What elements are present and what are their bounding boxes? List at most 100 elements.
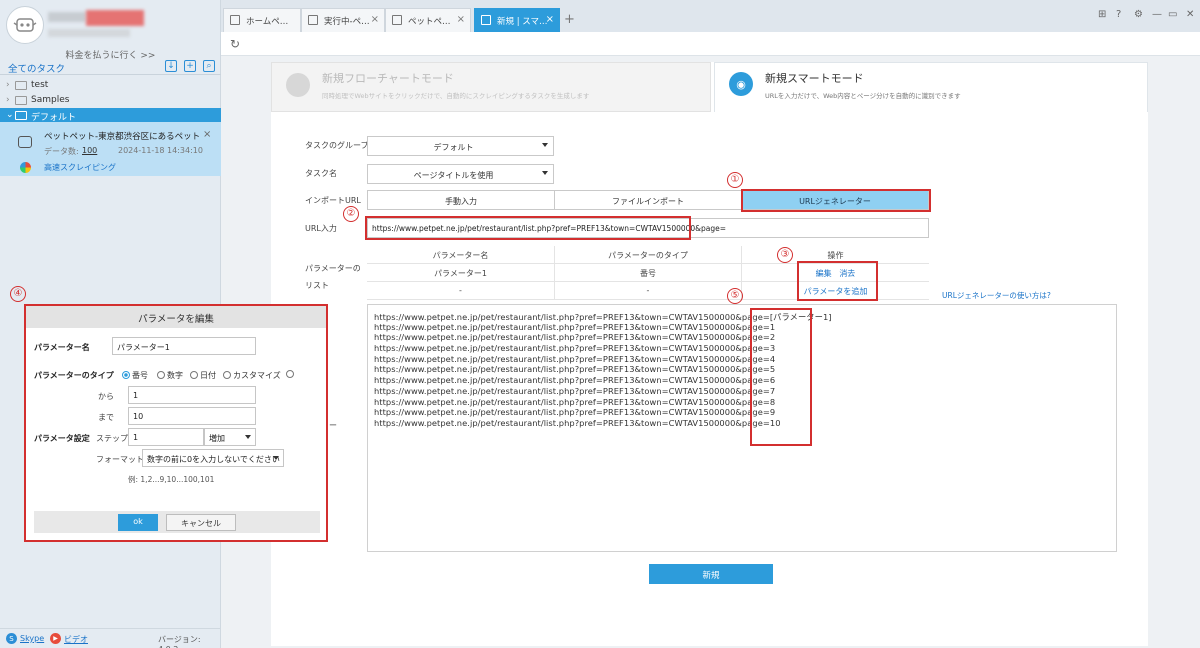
task-group-label: タスクのグループ bbox=[305, 141, 369, 150]
preview-line: https://www.petpet.ne.jp/pet/restaurant/… bbox=[374, 343, 776, 354]
radio-date[interactable]: 日付 bbox=[190, 370, 216, 381]
to-input[interactable]: 10 bbox=[128, 407, 256, 425]
video-icon: ▶ bbox=[50, 633, 61, 644]
minimize-icon[interactable]: — bbox=[1152, 9, 1162, 20]
dialog-footer: ok キャンセル bbox=[34, 511, 320, 533]
param-name-input[interactable]: パラメーター1 bbox=[112, 337, 256, 355]
task-name-select[interactable]: ページタイトルを使用 bbox=[367, 164, 554, 184]
url-generator-help-link[interactable]: URLジェネレーターの使い方は? bbox=[942, 290, 1051, 301]
radio-digit[interactable]: 数字 bbox=[157, 370, 183, 381]
tab-petpet[interactable]: ペットペ… × bbox=[385, 8, 471, 32]
radio-extra[interactable] bbox=[286, 370, 296, 379]
task-card[interactable]: ペットペット-東京都渋谷区にあるペットと... × データ数: 100 2024… bbox=[0, 122, 221, 176]
tree-folder-test[interactable]: › test bbox=[0, 78, 221, 93]
preview-line: https://www.petpet.ne.jp/pet/restaurant/… bbox=[374, 364, 776, 375]
mode-flowchart-card[interactable]: 新規フローチャートモード 同時処理でWebサイトをクリックだけで、自動的にスクレ… bbox=[271, 62, 711, 112]
from-label: から bbox=[98, 392, 114, 401]
video-link[interactable]: ビデオ bbox=[64, 634, 88, 645]
step-mode-select[interactable]: 増加 bbox=[204, 428, 256, 446]
from-input[interactable]: 1 bbox=[128, 386, 256, 404]
close-window-icon[interactable]: ✕ bbox=[1186, 9, 1194, 20]
tab-bar: ホームペ… 実行中-ペ… × ペットペ… × 新規 | スマ… × + ⊞ ? … bbox=[221, 0, 1200, 32]
search-task-icon[interactable]: ⌕ bbox=[203, 60, 215, 72]
refresh-icon[interactable]: ↻ bbox=[230, 37, 240, 51]
annotation-number-2: ② bbox=[343, 206, 359, 222]
close-icon[interactable]: × bbox=[203, 129, 211, 140]
radio-icon bbox=[157, 371, 165, 379]
maximize-icon[interactable]: ▭ bbox=[1168, 9, 1177, 20]
sidebar-footer: S Skype ▶ ビデオ バージョン: 4.0.2 bbox=[0, 628, 221, 648]
dialog-name-label: パラメーター名 bbox=[34, 343, 90, 352]
tree-folder-samples[interactable]: › Samples bbox=[0, 93, 221, 108]
tree-folder-default[interactable]: ⌄ デフォルト bbox=[0, 108, 221, 123]
robot-icon bbox=[18, 136, 32, 148]
radio-custom[interactable]: カスタマイズ bbox=[223, 370, 281, 381]
user-name-redacted bbox=[48, 12, 86, 22]
preview-line: https://www.petpet.ne.jp/pet/restaurant/… bbox=[374, 417, 781, 428]
help-icon[interactable]: ? bbox=[1116, 9, 1121, 20]
tab-new-smart[interactable]: 新規 | スマ… × bbox=[474, 8, 560, 32]
preview-line: https://www.petpet.ne.jp/pet/restaurant/… bbox=[374, 321, 776, 332]
task-group-select[interactable]: デフォルト bbox=[367, 136, 554, 156]
gift-icon[interactable]: ⊞ bbox=[1098, 9, 1106, 20]
annotation-number-3: ③ bbox=[777, 247, 793, 263]
folder-icon bbox=[15, 96, 27, 105]
step-label: ステップ bbox=[96, 434, 128, 443]
mode-flowchart-title: 新規フローチャートモード bbox=[322, 72, 454, 85]
robot-logo-icon bbox=[13, 18, 37, 32]
param-type-cell: - bbox=[555, 282, 742, 300]
caret-down-icon bbox=[245, 435, 251, 439]
radio-number[interactable]: 番号 bbox=[122, 370, 148, 381]
gear-icon[interactable]: ⚙ bbox=[1134, 9, 1143, 20]
close-icon[interactable]: × bbox=[546, 14, 554, 25]
all-tasks-label[interactable]: 全てのタスク bbox=[8, 61, 65, 75]
create-button[interactable]: 新規 bbox=[649, 564, 773, 584]
param-list-label: パラメーターのリスト bbox=[305, 264, 361, 290]
content-panel: 新規フローチャートモード 同時処理でWebサイトをクリックだけで、自動的にスクレ… bbox=[271, 62, 1148, 646]
radio-icon bbox=[286, 370, 294, 378]
preview-line: https://www.petpet.ne.jp/pet/restaurant/… bbox=[374, 375, 776, 386]
preview-line: https://www.petpet.ne.jp/pet/restaurant/… bbox=[374, 407, 776, 418]
import-task-icon[interactable]: ↓ bbox=[165, 60, 177, 72]
tab-label: ペットペ… bbox=[408, 17, 451, 27]
caret-down-icon bbox=[542, 143, 548, 147]
user-plan-badge-redacted bbox=[86, 10, 144, 26]
tab-home[interactable]: ホームペ… bbox=[223, 8, 301, 32]
mode-smart-card[interactable]: ◉ 新規スマートモード URLを入力だけで、Web内容とページ分けを自動的に識別… bbox=[714, 62, 1148, 112]
annotation-box-2 bbox=[365, 216, 691, 240]
preview-line: https://www.petpet.ne.jp/pet/restaurant/… bbox=[374, 353, 776, 364]
radio-icon bbox=[223, 371, 231, 379]
ok-button[interactable]: ok bbox=[118, 514, 158, 531]
close-icon[interactable]: × bbox=[371, 14, 379, 25]
mode-smart-title: 新規スマートモード bbox=[765, 72, 864, 85]
caret-down-icon bbox=[542, 171, 548, 175]
nav-bar: ↻ bbox=[221, 32, 1200, 56]
format-select[interactable]: 数字の前に0を入力しないでください bbox=[142, 449, 284, 467]
tab-running[interactable]: 実行中-ペ… × bbox=[301, 8, 385, 32]
param-type-cell: 番号 bbox=[555, 264, 742, 282]
url-preview-box[interactable]: https://www.petpet.ne.jp/pet/restaurant/… bbox=[367, 304, 1117, 552]
add-tab-icon[interactable]: + bbox=[564, 12, 575, 27]
step-input[interactable]: 1 bbox=[128, 428, 204, 446]
avatar[interactable] bbox=[6, 6, 44, 44]
edit-param-dialog: パラメータを編集 パラメーター名 パラメーター1 パラメーターのタイプ 番号 数… bbox=[24, 304, 328, 542]
task-speed-label[interactable]: 高速スクレイピング bbox=[44, 162, 116, 173]
skype-link[interactable]: Skype bbox=[20, 634, 44, 643]
import-file-option[interactable]: ファイルインポート bbox=[554, 190, 742, 210]
skype-icon: S bbox=[6, 633, 17, 644]
cancel-button[interactable]: キャンセル bbox=[166, 514, 236, 531]
task-count[interactable]: 100 bbox=[82, 146, 97, 155]
robot-icon: ◉ bbox=[729, 72, 753, 96]
close-icon[interactable]: × bbox=[457, 14, 465, 25]
new-task-icon[interactable]: + bbox=[184, 60, 196, 72]
radio-label: 番号 bbox=[132, 371, 148, 380]
annotation-box-5 bbox=[750, 308, 812, 446]
radio-label: 日付 bbox=[200, 371, 216, 380]
main-area: 新規フローチャートモード 同時処理でWebサイトをクリックだけで、自動的にスクレ… bbox=[221, 56, 1200, 648]
column-header: パラメーター名 bbox=[367, 246, 555, 264]
import-manual-option[interactable]: 手動入力 bbox=[367, 190, 555, 210]
annotation-number-4: ④ bbox=[10, 286, 26, 302]
caret-down-icon bbox=[273, 456, 279, 460]
annotation-box-1 bbox=[741, 189, 931, 212]
preview-line: https://www.petpet.ne.jp/pet/restaurant/… bbox=[374, 385, 776, 396]
